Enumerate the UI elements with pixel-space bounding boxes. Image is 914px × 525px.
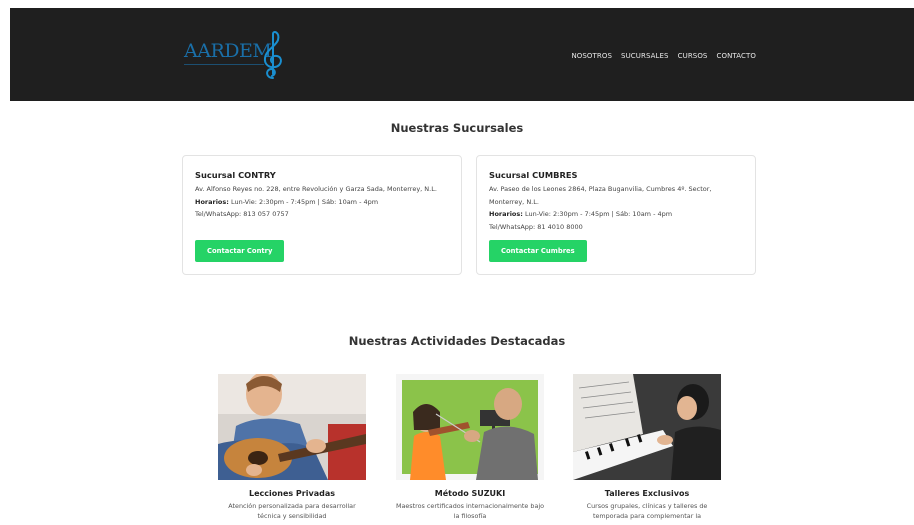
treble-clef-icon <box>263 31 282 79</box>
nav-nosotros[interactable]: NOSOTROS <box>571 52 612 60</box>
branch-phone: Tel/WhatsApp: 81 4010 8000 <box>489 222 583 231</box>
activity-desc: Atención personalizada para desarrollar … <box>228 502 356 520</box>
nav-cursos[interactable]: CURSOS <box>678 52 708 60</box>
branch-address: Av. Paseo de los Leones 2864, Plaza Buga… <box>489 185 712 206</box>
logo-underline <box>184 64 264 67</box>
nav-sucursales[interactable]: SUCURSALES <box>621 52 669 60</box>
contact-cumbres-button[interactable]: Contactar Cumbres <box>489 240 587 262</box>
branch-card-contry: Sucursal CONTRY Av. Alfonso Reyes no. 22… <box>182 155 462 275</box>
branch-name: Sucursal CONTRY <box>195 170 276 180</box>
hours-value: Lun-Vie: 2:30pm - 7:45pm | Sáb: 10am - 4… <box>524 210 673 218</box>
activity-title: Lecciones Privadas <box>249 489 335 498</box>
nav-contacto[interactable]: CONTACTO <box>716 52 756 60</box>
activities-title: Nuestras Actividades Destacadas <box>348 334 566 348</box>
activity-title: Talleres Exclusivos <box>604 489 690 498</box>
guitar-lesson-image <box>218 374 366 480</box>
hours-label: Horarios: <box>489 210 523 218</box>
activity-desc: Cursos grupales, clínicas y talleres de … <box>586 502 708 520</box>
branches-title: Nuestras Sucursales <box>390 121 524 135</box>
hours-value: Lun-Vie: 2:30pm - 7:45pm | Sáb: 10am - 4… <box>230 197 379 206</box>
branch-name: Sucursal CUMBRES <box>489 170 578 180</box>
contact-contry-button[interactable]: Contactar Contry <box>195 240 285 262</box>
branch-phone: Tel/WhatsApp: 813 057 0757 <box>195 210 289 218</box>
activity-desc: Maestros certificados internacionalmente… <box>395 502 545 520</box>
aardem-logo[interactable]: AARDEM <box>184 30 294 80</box>
main-nav: NOSOTROS SUCURSALES CURSOS CONTACTO <box>571 52 756 60</box>
branch-card-cumbres: Sucursal CUMBRES Av. Paseo de los Leones… <box>476 155 756 275</box>
violin-lesson-image <box>396 374 544 480</box>
site-header: AARDEM NOSOTROS SUCURSALES CURSOS CONTAC… <box>10 8 914 101</box>
hours-label: Horarios: <box>195 197 229 206</box>
activity-title: Método SUZUKI <box>434 489 506 498</box>
branch-hours: Horarios: Lun-Vie: 2:30pm - 7:45pm | Sáb… <box>195 196 449 209</box>
branch-hours: Horarios: Lun-Vie: 2:30pm - 7:45pm | Sáb… <box>489 208 743 221</box>
activity-suzuki[interactable]: Método SUZUKI Maestros certificados inte… <box>395 374 545 521</box>
piano-workshop-image <box>573 374 721 480</box>
branch-address: Av. Alfonso Reyes no. 228, entre Revoluc… <box>195 185 437 193</box>
activity-workshops[interactable]: Talleres Exclusivos Cursos grupales, clí… <box>572 374 722 521</box>
activity-private-lessons[interactable]: Lecciones Privadas Atención personalizad… <box>217 374 367 521</box>
